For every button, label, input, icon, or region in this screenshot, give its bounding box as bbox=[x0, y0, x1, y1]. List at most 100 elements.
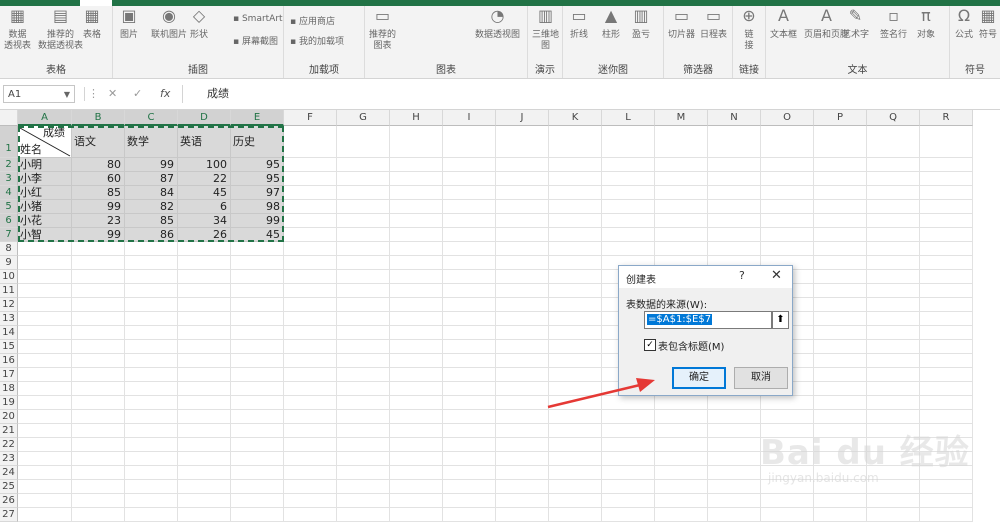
cell[interactable] bbox=[655, 466, 708, 480]
cell[interactable] bbox=[231, 480, 284, 494]
cell[interactable] bbox=[867, 410, 920, 424]
cell[interactable] bbox=[920, 340, 973, 354]
cell[interactable] bbox=[125, 326, 178, 340]
cell[interactable] bbox=[443, 172, 496, 186]
cell[interactable] bbox=[443, 256, 496, 270]
cell[interactable] bbox=[708, 200, 761, 214]
cell[interactable] bbox=[602, 466, 655, 480]
cell[interactable] bbox=[867, 270, 920, 284]
cell[interactable] bbox=[708, 396, 761, 410]
row-header[interactable]: 11 bbox=[0, 284, 18, 298]
cell[interactable] bbox=[549, 340, 602, 354]
cell[interactable] bbox=[284, 452, 337, 466]
cell[interactable] bbox=[549, 438, 602, 452]
cell[interactable] bbox=[920, 494, 973, 508]
cell[interactable] bbox=[18, 382, 72, 396]
cell[interactable] bbox=[814, 368, 867, 382]
cell[interactable] bbox=[602, 214, 655, 228]
cell[interactable] bbox=[231, 284, 284, 298]
cell[interactable] bbox=[284, 354, 337, 368]
insert-function-icon[interactable]: fx bbox=[160, 87, 170, 100]
cell[interactable] bbox=[602, 186, 655, 200]
cell[interactable] bbox=[284, 200, 337, 214]
cell[interactable] bbox=[496, 382, 549, 396]
cell[interactable] bbox=[814, 410, 867, 424]
cell[interactable] bbox=[920, 382, 973, 396]
cell[interactable]: 80 bbox=[72, 158, 125, 172]
cell[interactable] bbox=[125, 354, 178, 368]
cell[interactable] bbox=[655, 410, 708, 424]
cell[interactable] bbox=[920, 256, 973, 270]
cell[interactable] bbox=[18, 410, 72, 424]
cell[interactable] bbox=[18, 424, 72, 438]
cell[interactable]: 99 bbox=[72, 228, 125, 242]
cell[interactable] bbox=[920, 466, 973, 480]
cell[interactable] bbox=[761, 452, 814, 466]
ribbon-button[interactable]: ▥ 三维地图 bbox=[532, 8, 559, 52]
cell[interactable] bbox=[814, 466, 867, 480]
column-header[interactable]: D bbox=[178, 110, 231, 126]
cell[interactable] bbox=[708, 424, 761, 438]
cell[interactable] bbox=[337, 284, 390, 298]
cell[interactable] bbox=[390, 214, 443, 228]
column-header[interactable]: I bbox=[443, 110, 496, 126]
cell[interactable] bbox=[920, 228, 973, 242]
cell[interactable] bbox=[390, 312, 443, 326]
cell[interactable] bbox=[284, 312, 337, 326]
cell[interactable] bbox=[496, 312, 549, 326]
cell[interactable] bbox=[18, 368, 72, 382]
cell[interactable] bbox=[814, 480, 867, 494]
row-header[interactable]: 15 bbox=[0, 340, 18, 354]
cell[interactable] bbox=[814, 326, 867, 340]
cell[interactable] bbox=[549, 410, 602, 424]
cell[interactable] bbox=[867, 158, 920, 172]
cell[interactable]: 22 bbox=[178, 172, 231, 186]
cell[interactable] bbox=[337, 438, 390, 452]
cell[interactable] bbox=[390, 242, 443, 256]
cell[interactable] bbox=[496, 158, 549, 172]
cell[interactable] bbox=[761, 200, 814, 214]
cell[interactable] bbox=[814, 186, 867, 200]
column-header[interactable]: N bbox=[708, 110, 761, 126]
ribbon-button[interactable]: ⊕ 链接 bbox=[739, 8, 759, 52]
cell[interactable] bbox=[337, 326, 390, 340]
row-header[interactable]: 22 bbox=[0, 438, 18, 452]
cell[interactable]: 95 bbox=[231, 172, 284, 186]
cell[interactable] bbox=[867, 172, 920, 186]
row-header[interactable]: 17 bbox=[0, 368, 18, 382]
cell[interactable] bbox=[125, 466, 178, 480]
cell[interactable] bbox=[337, 480, 390, 494]
cell[interactable] bbox=[231, 340, 284, 354]
cell[interactable] bbox=[814, 242, 867, 256]
cell[interactable] bbox=[443, 186, 496, 200]
row-header[interactable]: 4 bbox=[0, 186, 18, 200]
cell[interactable] bbox=[867, 508, 920, 522]
cell[interactable] bbox=[337, 466, 390, 480]
has-headers-checkbox[interactable]: ✓ bbox=[644, 339, 656, 351]
cell[interactable] bbox=[496, 298, 549, 312]
cell[interactable] bbox=[920, 480, 973, 494]
cell[interactable] bbox=[443, 312, 496, 326]
cell[interactable] bbox=[920, 186, 973, 200]
row-header[interactable]: 27 bbox=[0, 508, 18, 522]
cell[interactable] bbox=[920, 508, 973, 522]
cell[interactable] bbox=[390, 326, 443, 340]
cell[interactable] bbox=[231, 242, 284, 256]
cell[interactable] bbox=[125, 368, 178, 382]
cell[interactable] bbox=[284, 228, 337, 242]
cell[interactable] bbox=[231, 438, 284, 452]
cell[interactable] bbox=[390, 256, 443, 270]
cell[interactable] bbox=[814, 340, 867, 354]
cell[interactable] bbox=[443, 298, 496, 312]
cell[interactable] bbox=[496, 256, 549, 270]
cell[interactable] bbox=[18, 396, 72, 410]
cell[interactable] bbox=[72, 424, 125, 438]
cell[interactable] bbox=[18, 494, 72, 508]
cell[interactable] bbox=[549, 312, 602, 326]
ribbon-button[interactable]: ✎ 艺术字 bbox=[842, 8, 869, 41]
ribbon-button[interactable]: ▦ 符号 bbox=[978, 8, 998, 41]
cell[interactable] bbox=[920, 396, 973, 410]
help-icon[interactable]: ? bbox=[739, 269, 745, 282]
row-header[interactable]: 1 bbox=[0, 126, 18, 158]
cell[interactable] bbox=[284, 340, 337, 354]
